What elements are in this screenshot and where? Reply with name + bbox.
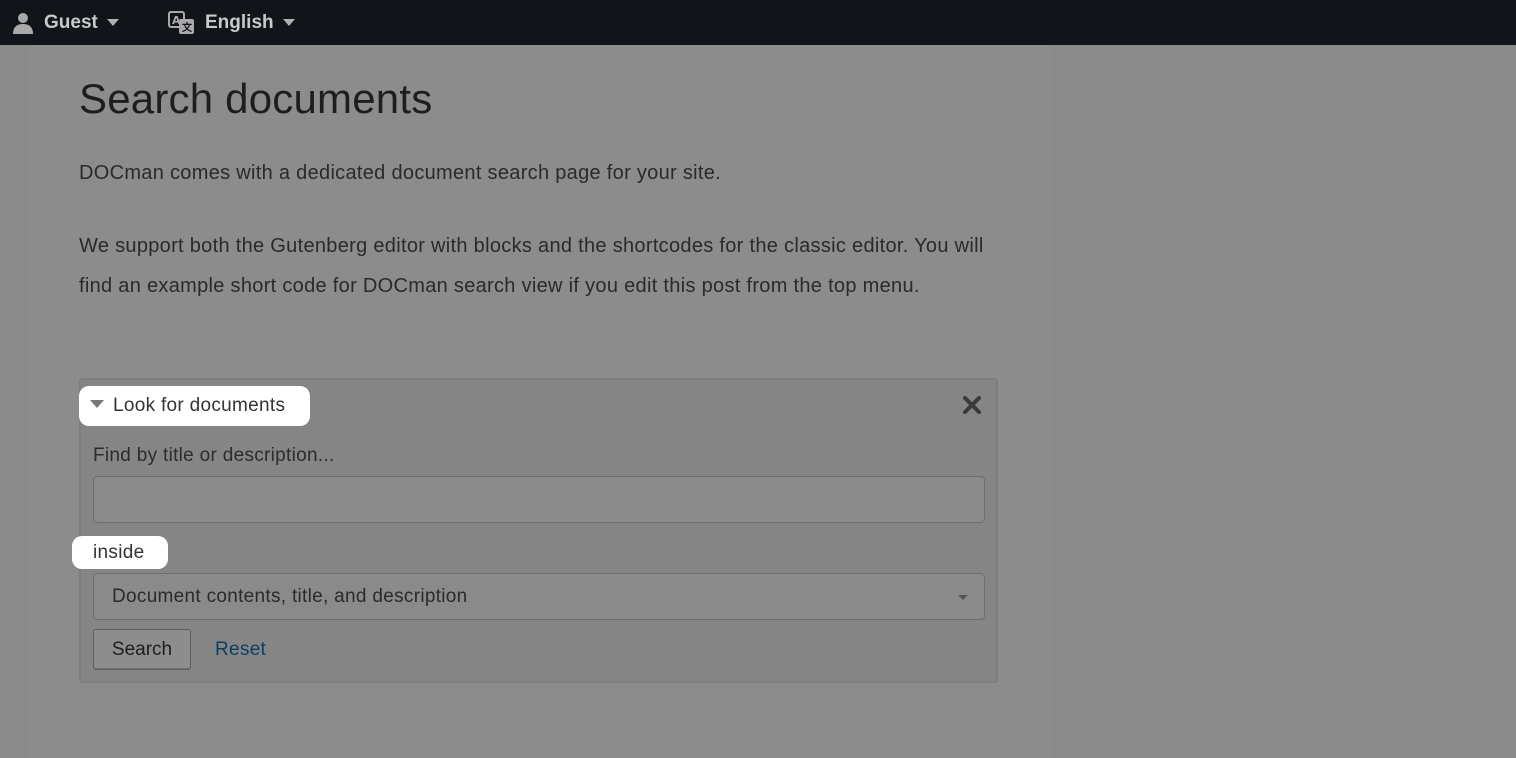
inside-label: inside: [93, 541, 145, 563]
page-title: Search documents: [79, 75, 433, 122]
svg-text:文: 文: [182, 21, 193, 34]
look-for-documents-toggle[interactable]: Look for documents: [79, 386, 310, 426]
chevron-down-icon: [958, 595, 968, 600]
caret-down-icon: [90, 400, 104, 408]
chevron-down-icon: [106, 19, 119, 26]
reset-link[interactable]: Reset: [215, 639, 266, 661]
user-icon: [12, 12, 34, 34]
search-button[interactable]: Search: [93, 629, 191, 670]
user-menu[interactable]: Guest: [12, 0, 119, 45]
chevron-down-icon: [282, 19, 295, 26]
search-scope-value: Document contents, title, and descriptio…: [112, 585, 468, 607]
shortcode-paragraph: We support both the Gutenberg editor wit…: [79, 235, 984, 297]
user-menu-label: Guest: [44, 11, 98, 33]
search-scope-select[interactable]: Document contents, title, and descriptio…: [93, 573, 985, 620]
top-bar: Guest A 文 English: [0, 0, 1516, 45]
language-menu[interactable]: A 文 English: [168, 0, 295, 45]
language-menu-label: English: [205, 11, 274, 33]
translate-icon: A 文: [168, 10, 195, 35]
search-input[interactable]: [93, 476, 985, 523]
find-label: Find by title or description...: [93, 445, 335, 466]
legend-label: Look for documents: [113, 395, 286, 416]
intro-paragraph: DOCman comes with a dedicated document s…: [79, 162, 722, 184]
close-icon[interactable]: [961, 394, 983, 416]
inside-label-pill: inside: [72, 536, 168, 569]
